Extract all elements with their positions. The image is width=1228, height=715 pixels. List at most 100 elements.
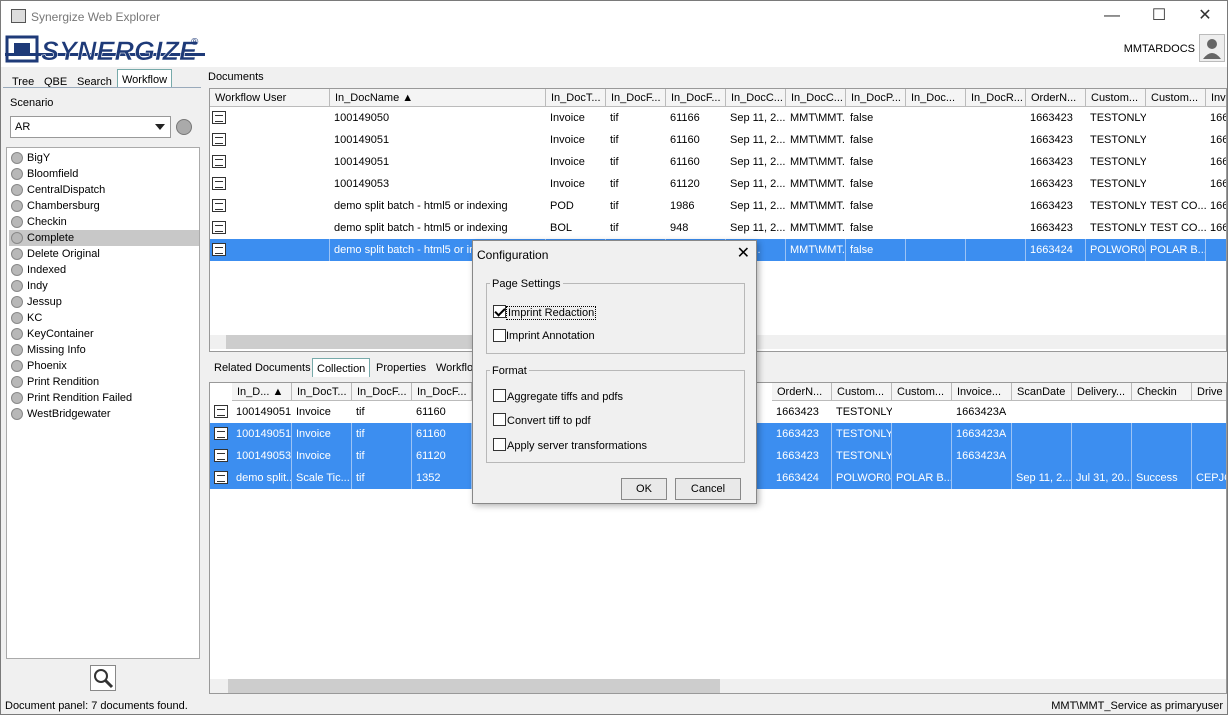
scenario-item-label: Jessup: [27, 296, 62, 308]
column-header[interactable]: Drive: [1192, 383, 1226, 401]
table-cell: POLWOR04: [1086, 239, 1146, 261]
scenario-value: AR: [15, 121, 31, 133]
maximize-button[interactable]: ☐: [1136, 1, 1182, 31]
column-header[interactable]: In_DocT...: [292, 383, 352, 401]
scrollbar-thumb[interactable]: [228, 679, 720, 693]
scenario-item[interactable]: WestBridgewater: [9, 406, 199, 422]
table-row[interactable]: 100149051 Invoice tif 61160 Sep 11, 2... MMT\…: [210, 151, 1226, 173]
scenario-item[interactable]: Phoenix: [9, 358, 199, 374]
scenario-item[interactable]: Missing Info: [9, 342, 199, 358]
scenario-item[interactable]: Indexed: [9, 262, 199, 278]
aggregate-checkbox[interactable]: [493, 389, 506, 402]
scenario-item-label: Delete Original: [27, 248, 100, 260]
scenario-item[interactable]: Complete: [9, 230, 199, 246]
column-header[interactable]: In_DocF...: [352, 383, 412, 401]
column-header[interactable]: Custom...: [1146, 89, 1206, 107]
column-header[interactable]: In_DocP...: [846, 89, 906, 107]
table-row[interactable]: demo split batch - html5 or indexing POD t…: [210, 195, 1227, 217]
scenario-item[interactable]: BigY: [9, 150, 199, 166]
column-header[interactable]: Invoice...: [952, 383, 1012, 401]
table-cell: [1072, 423, 1132, 445]
apply-server-transformations-checkbox[interactable]: [493, 438, 506, 451]
table-cell: [1146, 173, 1206, 195]
table-cell: 1663423: [1030, 134, 1073, 146]
imprint-annotation-checkbox[interactable]: [493, 329, 506, 342]
tab-workflow-sub[interactable]: Workflo: [432, 358, 477, 377]
table-cell: 166: [1210, 200, 1227, 212]
column-header[interactable]: Custom...: [892, 383, 952, 401]
table-cell: POLAR B...: [892, 467, 952, 489]
scenario-item[interactable]: Print Rendition: [9, 374, 199, 390]
user-avatar-icon[interactable]: [1199, 34, 1225, 62]
tab-workflow[interactable]: Workflow: [117, 69, 173, 88]
table-row[interactable]: 100149050 Invoice tif 61166 Sep 11, 2... MMT\…: [210, 107, 1226, 129]
minimize-button[interactable]: —: [1089, 1, 1135, 31]
column-header[interactable]: Custom...: [1086, 89, 1146, 107]
imprint-redaction-checkbox[interactable]: [493, 305, 506, 318]
table-cell: MMT\MMT...: [790, 134, 846, 146]
table-cell: [1192, 445, 1226, 467]
column-header[interactable]: In_DocT...: [546, 89, 606, 107]
column-header[interactable]: ScanDate: [1012, 383, 1072, 401]
scenario-item[interactable]: KeyContainer: [9, 326, 199, 342]
scenario-select[interactable]: AR: [10, 116, 171, 138]
table-row[interactable]: demo split batch - html5 or indexing BOL t…: [210, 217, 1226, 239]
tab-related-documents[interactable]: Related Documents: [210, 358, 315, 377]
tab-collection[interactable]: Collection: [312, 358, 371, 377]
table-cell: [892, 445, 952, 467]
column-header[interactable]: In_D... ▲: [232, 383, 292, 401]
table-cell: [966, 107, 1026, 129]
scenario-item[interactable]: Delete Original: [9, 246, 199, 262]
column-header[interactable]: Checkin: [1132, 383, 1192, 401]
table-cell: 1663423A: [956, 406, 1007, 418]
dialog-close-button[interactable]: ✕: [737, 243, 750, 263]
column-header[interactable]: In_DocC...: [786, 89, 846, 107]
column-header[interactable]: In_DocC...: [726, 89, 786, 107]
column-header[interactable]: In_DocF...: [412, 383, 472, 401]
scenario-item[interactable]: Print Rendition Failed: [9, 390, 199, 406]
table-cell: tif: [610, 200, 619, 212]
column-header[interactable]: In_DocName ▲: [330, 89, 546, 107]
column-header[interactable]: Workflow User: [210, 89, 330, 107]
tab-properties[interactable]: Properties: [372, 358, 430, 377]
column-header[interactable]: In_Doc...: [906, 89, 966, 107]
column-header[interactable]: In_DocR...: [966, 89, 1026, 107]
scenario-item[interactable]: KC: [9, 310, 199, 326]
table-cell: false: [850, 112, 874, 124]
scenario-item[interactable]: Indy: [9, 278, 199, 294]
horizontal-scrollbar[interactable]: [210, 679, 1226, 693]
table-cell: 1663423: [1030, 222, 1073, 234]
scenario-item[interactable]: Bloomfield: [9, 166, 199, 182]
scenario-item[interactable]: Checkin: [9, 214, 199, 230]
scenario-item[interactable]: CentralDispatch: [9, 182, 199, 198]
ok-button[interactable]: OK: [621, 478, 667, 500]
workflow-gear-icon: [11, 392, 23, 404]
aggregate-label: Aggregate tiffs and pdfs: [507, 391, 623, 403]
column-header[interactable]: Delivery...: [1072, 383, 1132, 401]
search-button[interactable]: [90, 665, 116, 691]
convert-tiff-checkbox[interactable]: [493, 413, 506, 426]
table-cell: [906, 129, 966, 151]
table-row[interactable]: 100149051 Invoice tif 61160 Sep 11, 2... MMT\…: [210, 129, 1226, 151]
scenario-item[interactable]: Chambersburg: [9, 198, 199, 214]
column-header[interactable]: Inv: [1206, 89, 1226, 107]
table-cell: [906, 151, 966, 173]
table-cell: MMT\MMT...: [790, 156, 846, 168]
documents-label: Documents: [208, 71, 264, 83]
table-cell: tif: [352, 467, 412, 489]
column-header[interactable]: In_DocF...: [606, 89, 666, 107]
username-label: MMTARDOCS: [1123, 43, 1195, 55]
table-cell: MMT\MMT...: [790, 200, 846, 212]
table-row[interactable]: 100149053 Invoice tif 61120 Sep 11, 2... MMT\…: [210, 173, 1226, 195]
column-header[interactable]: In_DocF...: [666, 89, 726, 107]
cancel-button[interactable]: Cancel: [675, 478, 741, 500]
table-cell: [1012, 423, 1072, 445]
scenario-item[interactable]: Jessup: [9, 294, 199, 310]
workflow-gear-icon: [11, 216, 23, 228]
column-header[interactable]: Custom...: [832, 383, 892, 401]
close-button[interactable]: ✕: [1182, 1, 1227, 31]
column-header[interactable]: OrderN...: [772, 383, 832, 401]
workflow-gear-icon: [11, 408, 23, 420]
column-header[interactable]: OrderN...: [1026, 89, 1086, 107]
scenario-settings-icon[interactable]: [176, 119, 192, 135]
